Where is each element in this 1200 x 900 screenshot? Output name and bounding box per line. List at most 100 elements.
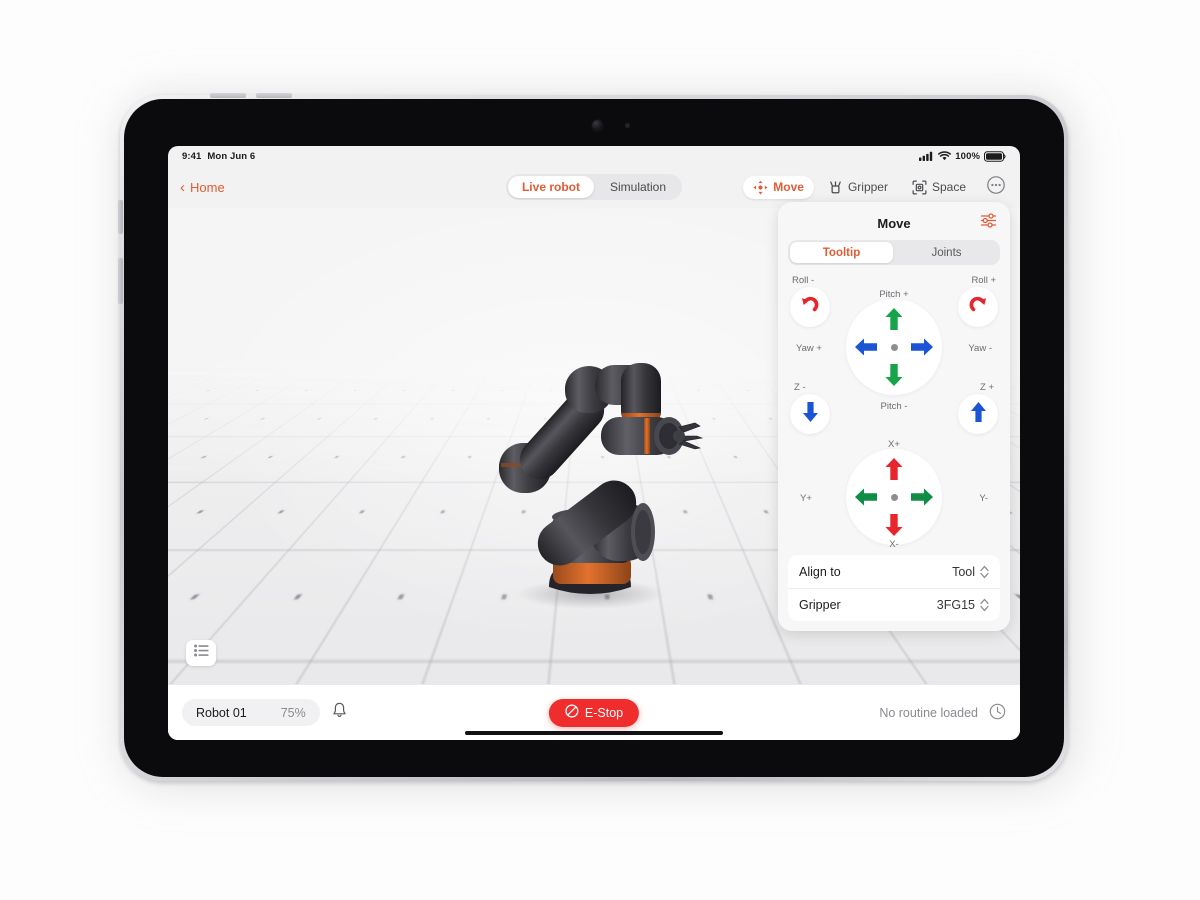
power-button[interactable] xyxy=(118,200,123,234)
tool-move-label: Move xyxy=(773,180,804,194)
y-plus-button[interactable] xyxy=(854,488,878,507)
chevron-updown-icon-gripper[interactable] xyxy=(980,598,989,612)
z-plus-label: Z + xyxy=(980,382,994,393)
tab-joints[interactable]: Joints xyxy=(895,242,998,263)
roll-minus-button[interactable] xyxy=(790,287,830,327)
notifications-button[interactable] xyxy=(332,702,347,724)
panel-settings-button[interactable] xyxy=(978,213,998,233)
battery-full-icon xyxy=(984,150,1006,162)
x-minus-label: X- xyxy=(889,539,899,550)
gripper-value-group: 3FG15 xyxy=(937,598,989,612)
segment-live-robot-label: Live robot xyxy=(521,180,580,194)
roll-plus-button[interactable] xyxy=(958,287,998,327)
gripper-icon xyxy=(828,180,843,195)
y-plus-label: Y+ xyxy=(800,493,812,504)
history-button[interactable] xyxy=(989,703,1006,723)
move-panel: Move Tooltip Joints Roll - Roll + Pitch … xyxy=(778,202,1010,631)
tool-move-button[interactable]: Move xyxy=(743,175,814,199)
pitch-minus-label: Pitch - xyxy=(880,401,908,412)
pitch-minus-button[interactable] xyxy=(885,363,904,387)
move-arrows-icon xyxy=(753,180,768,195)
roll-plus-label: Roll + xyxy=(971,275,996,286)
estop-label: E-Stop xyxy=(584,705,624,720)
rotate-ccw-icon xyxy=(799,294,821,321)
emergency-stop-button[interactable]: E-Stop xyxy=(548,698,640,727)
tool-gripper-button[interactable]: Gripper xyxy=(818,176,898,199)
dpad-center-dot-translation xyxy=(890,493,898,501)
align-to-value: Tool xyxy=(952,564,975,579)
panel-title: Move xyxy=(877,215,911,231)
tablet-screen: 9:41 Mon Jun 6 100% ‹ Home Live robot Si… xyxy=(168,146,1020,740)
chevron-left-icon: ‹ xyxy=(180,178,185,196)
chevron-updown-icon[interactable] xyxy=(980,565,989,579)
tool-space-button[interactable]: Space xyxy=(902,176,976,199)
robot-speed-percent: 75% xyxy=(280,705,306,720)
align-to-label: Align to xyxy=(799,564,841,579)
tab-tooltip[interactable]: Tooltip xyxy=(790,242,893,263)
clock-icon xyxy=(989,703,1006,723)
layers-panel-button[interactable] xyxy=(186,640,216,666)
segment-simulation-label: Simulation xyxy=(609,180,667,194)
more-options-button[interactable] xyxy=(984,175,1008,199)
tool-gripper-label: Gripper xyxy=(847,180,888,194)
no-entry-icon xyxy=(565,704,579,721)
yaw-plus-button[interactable] xyxy=(854,338,878,357)
translation-dpad xyxy=(846,449,942,545)
rotation-dpad xyxy=(846,299,942,395)
rotation-control-block: Roll - Roll + Pitch + Yaw + Yaw - Z - Z … xyxy=(788,271,1000,434)
back-home-label: Home xyxy=(190,179,225,195)
gripper-row[interactable]: Gripper 3FG15 xyxy=(788,588,1000,621)
panel-settings-rows: Align to Tool Gripper 3FG15 xyxy=(788,555,1000,621)
bell-icon xyxy=(332,702,347,724)
panel-tab-bar: Tooltip Joints xyxy=(788,240,1000,265)
segment-simulation[interactable]: Simulation xyxy=(596,176,680,198)
volume-up-button[interactable] xyxy=(210,93,246,98)
y-minus-button[interactable] xyxy=(910,488,934,507)
back-home-button[interactable]: ‹ Home xyxy=(180,180,225,195)
status-date: Mon Jun 6 xyxy=(207,150,256,162)
ambient-sensor-icon xyxy=(625,123,630,128)
mode-segmented-control: Live robot Simulation xyxy=(505,174,683,200)
wifi-icon xyxy=(938,151,952,161)
rotate-cw-icon xyxy=(967,294,989,321)
segment-live-robot[interactable]: Live robot xyxy=(507,176,594,198)
dpad-center-dot xyxy=(890,343,898,351)
translation-control-block: X+ Y+ Y- X- xyxy=(788,421,1000,550)
screenshot-root: 9:41 Mon Jun 6 100% ‹ Home Live robot Si… xyxy=(0,0,1200,900)
gripper-value: 3FG15 xyxy=(936,598,975,612)
robot-name-label: Robot 01 xyxy=(196,705,247,720)
robot-arm-model[interactable] xyxy=(473,351,723,616)
pitch-plus-button[interactable] xyxy=(885,307,904,331)
home-indicator[interactable] xyxy=(465,731,723,735)
routine-status-label: No routine loaded xyxy=(879,705,978,720)
yaw-minus-label: Yaw - xyxy=(968,343,992,354)
layers-list-icon xyxy=(193,644,209,662)
robot-selector-chip[interactable]: Robot 01 75% xyxy=(182,699,320,726)
volume-down-button[interactable] xyxy=(256,93,292,98)
more-ellipsis-icon xyxy=(986,175,1006,200)
tab-joints-label: Joints xyxy=(931,246,962,259)
signal-bars-icon xyxy=(919,151,934,161)
bottom-bar: Robot 01 75% E-Stop No routine loaded xyxy=(168,684,1020,740)
align-to-row[interactable]: Align to Tool xyxy=(788,555,1000,588)
battery-percent-label: 100% xyxy=(955,150,980,162)
tool-buttons-group: Move Gripper Space xyxy=(743,175,1008,199)
move-panel-header: Move xyxy=(788,210,1000,236)
gripper-row-label: Gripper xyxy=(799,598,841,612)
x-minus-button[interactable] xyxy=(885,513,904,537)
tab-tooltip-label: Tooltip xyxy=(822,246,861,259)
status-bar: 9:41 Mon Jun 6 100% xyxy=(168,146,1020,166)
z-minus-label: Z - xyxy=(794,382,806,393)
yaw-plus-label: Yaw + xyxy=(796,343,822,354)
routine-status-group: No routine loaded xyxy=(879,703,1006,723)
sim-tray xyxy=(118,258,123,304)
roll-minus-label: Roll - xyxy=(792,275,815,286)
y-minus-label: Y- xyxy=(979,493,988,504)
sliders-settings-icon xyxy=(980,213,997,233)
align-to-value-group: Tool xyxy=(952,565,989,579)
tool-space-label: Space xyxy=(931,180,966,194)
yaw-minus-button[interactable] xyxy=(910,338,934,357)
status-time: 9:41 xyxy=(182,150,202,162)
front-camera-icon xyxy=(592,120,603,131)
x-plus-button[interactable] xyxy=(885,457,904,481)
